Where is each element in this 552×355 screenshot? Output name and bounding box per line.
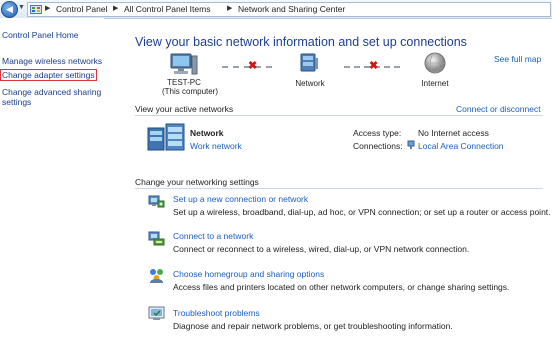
sidebar-item-change-advanced-sharing[interactable]: Change advanced sharing settings bbox=[2, 87, 101, 107]
red-x-icon: ✖ bbox=[369, 60, 379, 72]
setup-connection-link[interactable]: Set up a new connection or network bbox=[173, 194, 308, 204]
page-title: View your basic network information and … bbox=[135, 35, 467, 49]
troubleshoot-link[interactable]: Troubleshoot problems bbox=[173, 308, 260, 318]
breadcrumb-control-panel[interactable]: Control Panel bbox=[56, 4, 108, 14]
network-icon bbox=[300, 53, 318, 72]
breadcrumb-separator-icon[interactable]: ▶ bbox=[227, 4, 232, 12]
connect-to-network-link[interactable]: Connect to a network bbox=[173, 231, 253, 241]
computer-name: TEST-PC bbox=[167, 78, 201, 87]
change-settings-heading: Change your networking settings bbox=[135, 177, 259, 187]
sidebar-item-label: settings bbox=[2, 97, 32, 107]
active-networks-heading: View your active networks bbox=[135, 104, 234, 114]
sidebar-item-change-adapter-settings[interactable]: Change adapter settings bbox=[0, 69, 97, 81]
troubleshoot-icon bbox=[148, 306, 165, 320]
computer-icon bbox=[170, 53, 198, 75]
address-bar: ◀ ▼ ▶ Control Panel ▶ All Control Panel … bbox=[0, 0, 552, 19]
red-x-icon: ✖ bbox=[248, 60, 258, 72]
homegroup-icon bbox=[150, 269, 163, 283]
control-panel-icon bbox=[30, 5, 42, 14]
map-computer-label: TEST-PC (This computer) bbox=[162, 78, 219, 96]
recent-pages-dropdown-icon[interactable]: ▼ bbox=[18, 4, 25, 11]
new-connection-icon bbox=[148, 195, 165, 208]
setup-connection-desc: Set up a wireless, broadband, dial-up, a… bbox=[173, 207, 551, 217]
network-type-link[interactable]: Work network bbox=[190, 141, 242, 151]
connect-to-network-desc: Connect or reconnect to a wireless, wire… bbox=[173, 244, 470, 254]
troubleshoot-desc: Diagnose and repair network problems, or… bbox=[173, 321, 453, 331]
sidebar-item-control-panel-home[interactable]: Control Panel Home bbox=[2, 30, 79, 40]
sidebar-item-label: Change advanced sharing bbox=[2, 87, 102, 97]
breadcrumb-all-items[interactable]: All Control Panel Items bbox=[124, 4, 210, 14]
main-content: View your basic network information and … bbox=[104, 18, 552, 355]
breadcrumb-separator-icon[interactable]: ▶ bbox=[113, 4, 118, 12]
map-internet-label: Internet bbox=[421, 79, 449, 88]
globe-icon bbox=[424, 52, 446, 74]
access-type-label: Access type: bbox=[353, 128, 402, 138]
homegroup-sharing-link[interactable]: Choose homegroup and sharing options bbox=[173, 269, 324, 279]
connect-or-disconnect-link[interactable]: Connect or disconnect bbox=[456, 104, 541, 114]
map-network-label: Network bbox=[295, 79, 325, 88]
back-arrow-icon[interactable]: ◀ bbox=[1, 1, 18, 18]
active-network-name: Network bbox=[190, 128, 224, 138]
sidebar-item-manage-wireless[interactable]: Manage wireless networks bbox=[2, 56, 102, 66]
access-type-value: No Internet access bbox=[418, 128, 489, 138]
homegroup-sharing-desc: Access files and printers located on oth… bbox=[173, 282, 510, 292]
lan-connection-icon bbox=[407, 140, 415, 149]
see-full-map-link[interactable]: See full map bbox=[494, 54, 541, 64]
divider bbox=[135, 188, 543, 189]
address-box[interactable]: ▶ Control Panel ▶ All Control Panel Item… bbox=[27, 2, 551, 17]
local-area-connection-link[interactable]: Local Area Connection bbox=[418, 141, 504, 151]
divider bbox=[135, 115, 543, 116]
connect-network-icon bbox=[148, 231, 165, 246]
work-network-icon bbox=[147, 123, 185, 151]
breadcrumb-separator-icon[interactable]: ▶ bbox=[45, 4, 50, 12]
computer-sub: (This computer) bbox=[162, 87, 219, 96]
sidebar: Control Panel Home Manage wireless netwo… bbox=[0, 18, 104, 355]
map-connector-line bbox=[222, 66, 272, 68]
connections-label: Connections: bbox=[353, 141, 403, 151]
breadcrumb-network-sharing[interactable]: Network and Sharing Center bbox=[238, 4, 345, 14]
